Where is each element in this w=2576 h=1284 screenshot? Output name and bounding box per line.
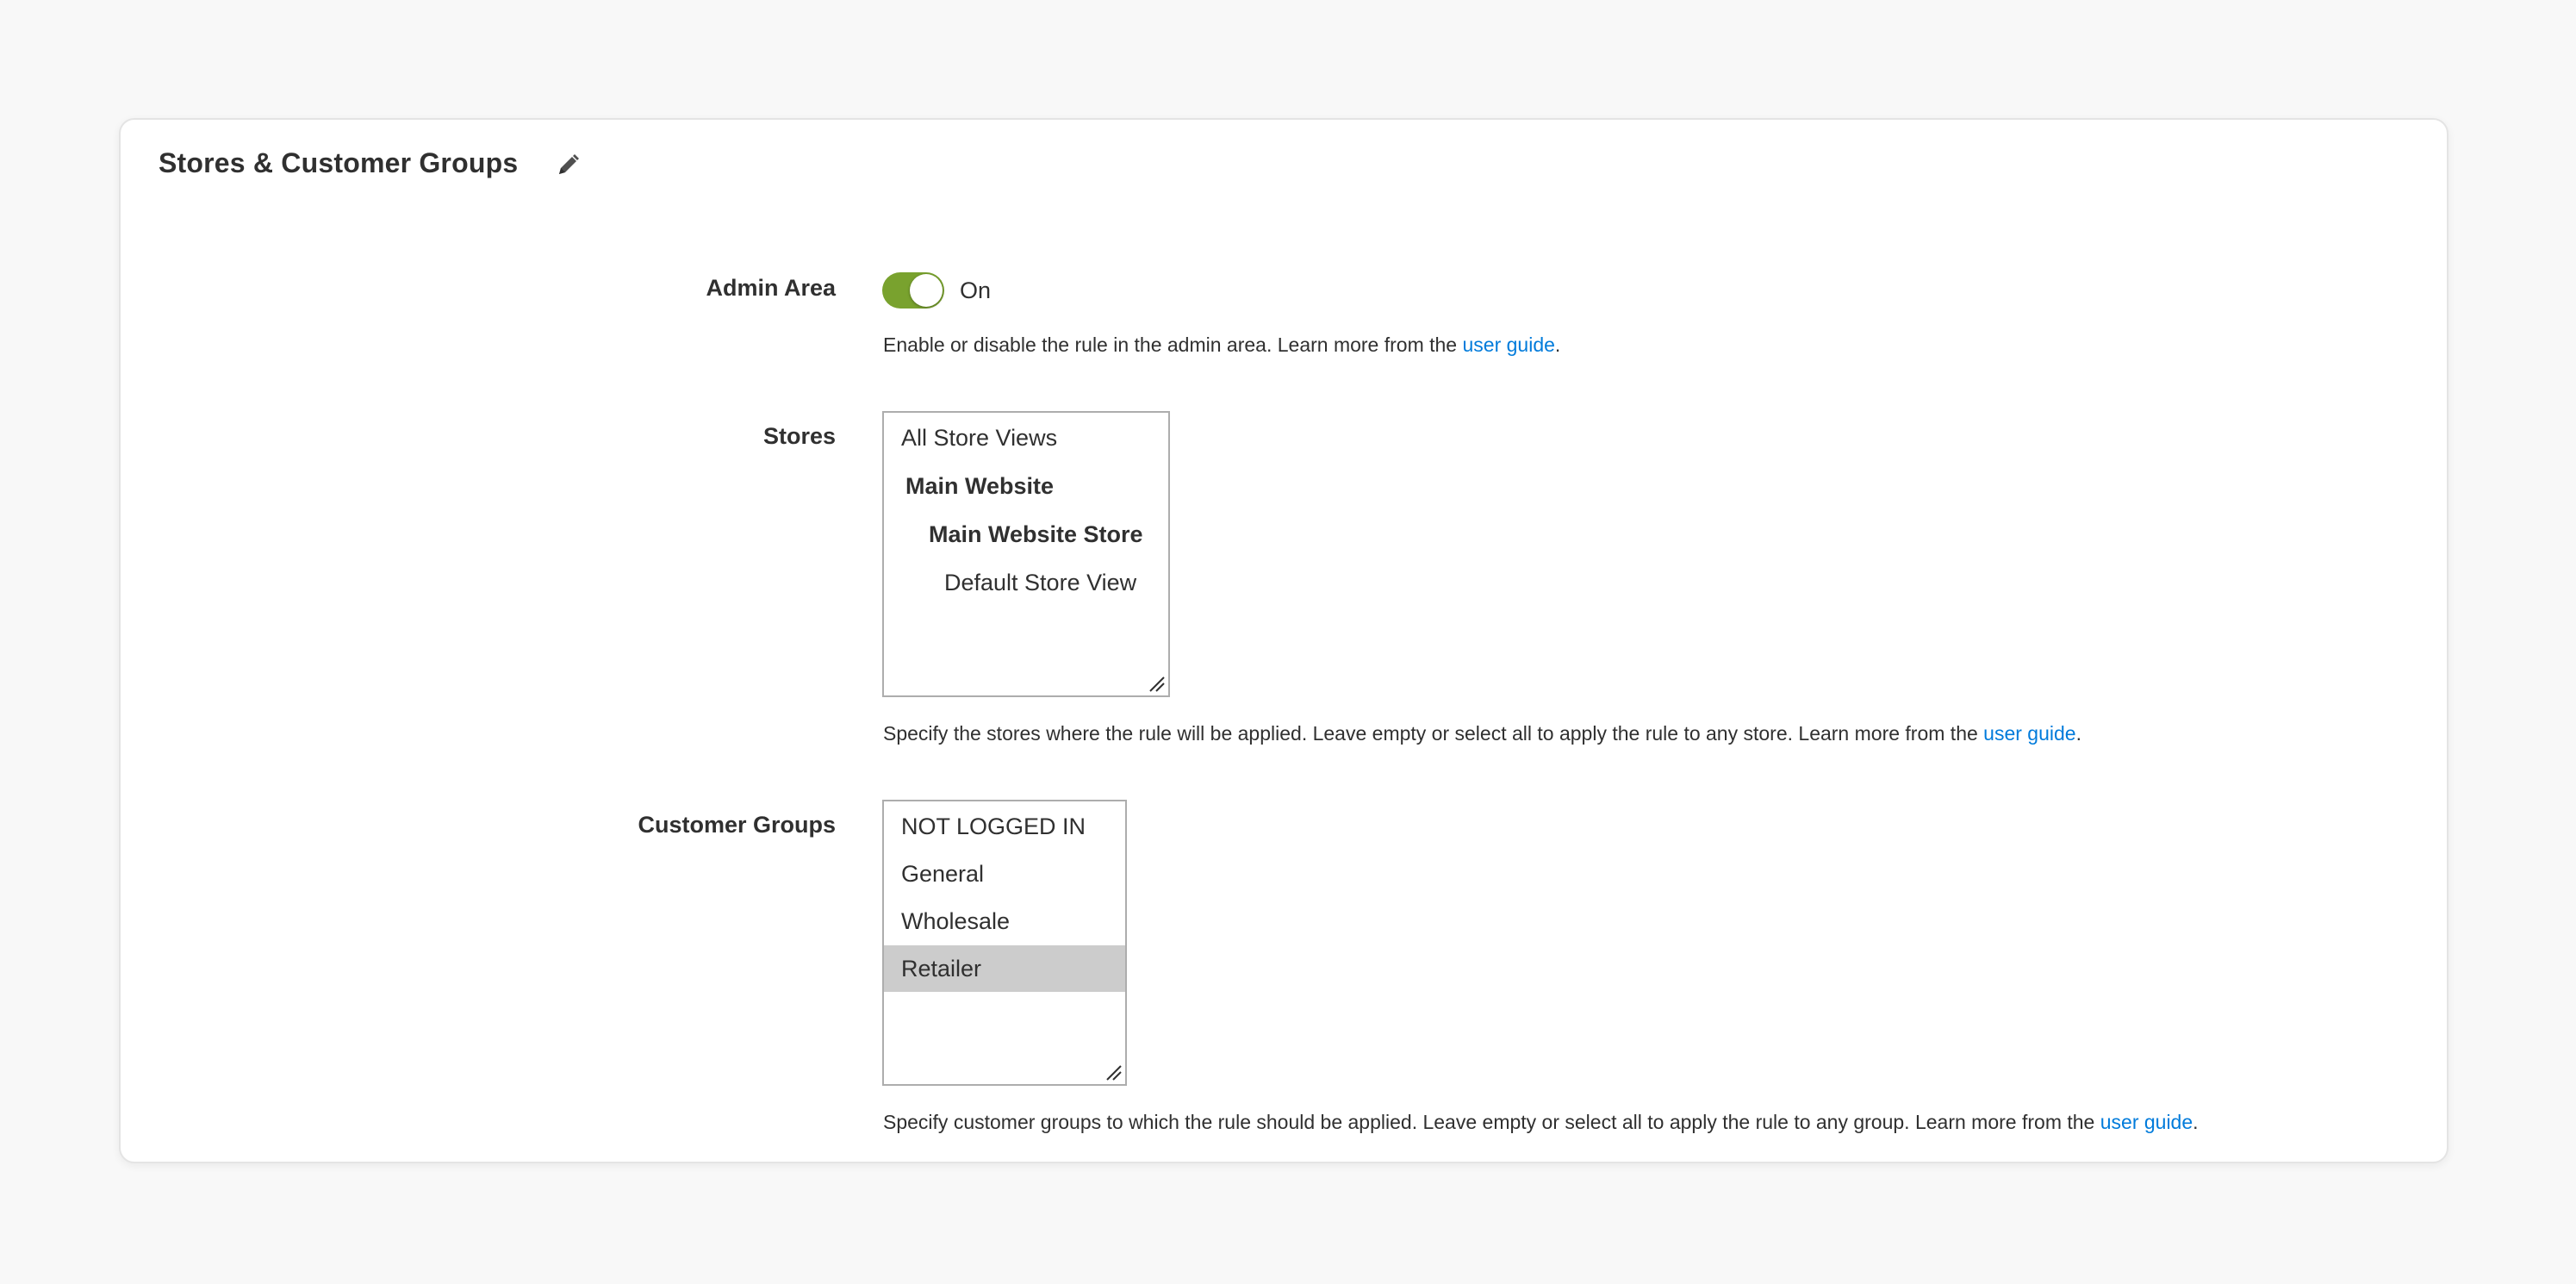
admin-area-user-guide-link[interactable]: user guide (1463, 333, 1555, 356)
customer-groups-note-text: Specify customer groups to which the rul… (883, 1111, 2100, 1133)
store-option[interactable]: Main Website Store (884, 511, 1168, 558)
store-option[interactable]: All Store Views (884, 414, 1168, 461)
store-option[interactable]: Main Website (884, 463, 1168, 509)
toggle-knob (910, 274, 943, 307)
stores-customer-groups-panel: Stores & Customer Groups Admin Area On E… (119, 118, 2448, 1163)
customer-groups-note-end: . (2193, 1111, 2199, 1133)
stores-note: Specify the stores where the rule will b… (883, 722, 2081, 745)
admin-area-note-text: Enable or disable the rule in the admin … (883, 333, 1463, 356)
resize-handle-icon[interactable] (1104, 1063, 1123, 1081)
admin-area-note: Enable or disable the rule in the admin … (883, 333, 1560, 357)
customer-groups-label: Customer Groups (638, 812, 836, 838)
stores-note-end: . (2075, 722, 2081, 745)
resize-handle-icon[interactable] (1147, 674, 1166, 693)
admin-area-note-end: . (1554, 333, 1561, 356)
admin-area-toggle-state: On (960, 277, 992, 303)
stores-user-guide-link[interactable]: user guide (1983, 722, 2075, 745)
customer-groups-user-guide-link[interactable]: user guide (2100, 1111, 2193, 1133)
stores-multiselect[interactable]: All Store Views Main Website Main Website … (882, 411, 1170, 697)
admin-area-toggle[interactable] (882, 272, 944, 309)
customer-group-option[interactable]: Wholesale (884, 898, 1125, 944)
customer-groups-note: Specify customer groups to which the rul… (883, 1111, 2199, 1134)
admin-area-label: Admin Area (706, 275, 836, 301)
customer-group-option[interactable]: Retailer (884, 945, 1125, 992)
section-title: Stores & Customer Groups (159, 147, 519, 178)
customer-groups-multiselect[interactable]: NOT LOGGED IN General Wholesale Retailer (882, 800, 1127, 1086)
stores-label: Stores (762, 423, 836, 449)
pencil-icon[interactable] (554, 152, 582, 179)
customer-group-option[interactable]: NOT LOGGED IN (884, 803, 1125, 850)
stores-note-text: Specify the stores where the rule will b… (883, 722, 1984, 745)
customer-group-option[interactable]: General (884, 851, 1125, 897)
store-option[interactable]: Default Store View (884, 559, 1168, 606)
